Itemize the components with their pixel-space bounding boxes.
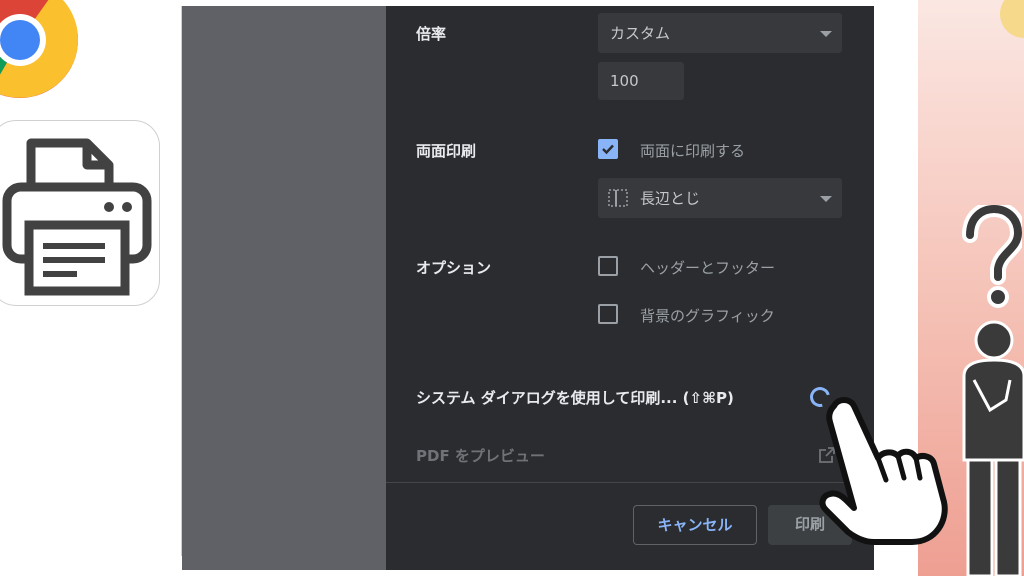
binding-select-value: 長辺とじ <box>640 189 701 208</box>
cancel-button[interactable]: キャンセル <box>633 505 757 545</box>
print-dialog: 倍率 カスタム 100 両面印刷 両面に印刷する 長辺とじ オプション ヘッダー… <box>386 6 874 570</box>
header-footer-checkbox[interactable] <box>598 256 618 276</box>
printer-icon <box>2 138 152 296</box>
scale-select[interactable]: カスタム <box>598 13 842 53</box>
chevron-down-icon <box>820 196 832 202</box>
chrome-logo-icon <box>0 0 79 98</box>
chevron-down-icon <box>820 31 832 37</box>
system-dialog-link[interactable]: システム ダイアログを使用して印刷... (⇧⌘P) <box>416 387 734 408</box>
background-graphics-label: 背景のグラフィック <box>640 307 775 325</box>
binding-edge-icon <box>608 189 628 207</box>
duplex-label: 両面印刷 <box>416 142 477 160</box>
duplex-checkbox[interactable] <box>598 139 618 159</box>
duplex-checkbox-label: 両面に印刷する <box>640 142 746 160</box>
options-label: オプション <box>416 259 492 277</box>
binding-select[interactable]: 長辺とじ <box>598 178 842 218</box>
header-footer-label: ヘッダーとフッター <box>640 259 776 277</box>
printer-app-tile <box>0 120 160 306</box>
pointing-hand-icon <box>819 397 948 545</box>
badge-icon <box>1000 0 1024 38</box>
footer-divider <box>386 482 874 483</box>
scale-label: 倍率 <box>416 25 447 43</box>
scale-select-value: カスタム <box>610 24 671 43</box>
thinking-person-icon <box>962 320 1024 576</box>
scale-percent-value: 100 <box>610 72 639 90</box>
print-preview-area <box>182 6 386 570</box>
background-graphics-checkbox[interactable] <box>598 304 618 324</box>
scale-percent-input[interactable]: 100 <box>598 62 684 100</box>
question-mark-icon <box>962 205 1022 308</box>
checkmark-icon <box>602 144 614 155</box>
pdf-preview-link[interactable]: PDF をプレビュー <box>416 445 545 466</box>
